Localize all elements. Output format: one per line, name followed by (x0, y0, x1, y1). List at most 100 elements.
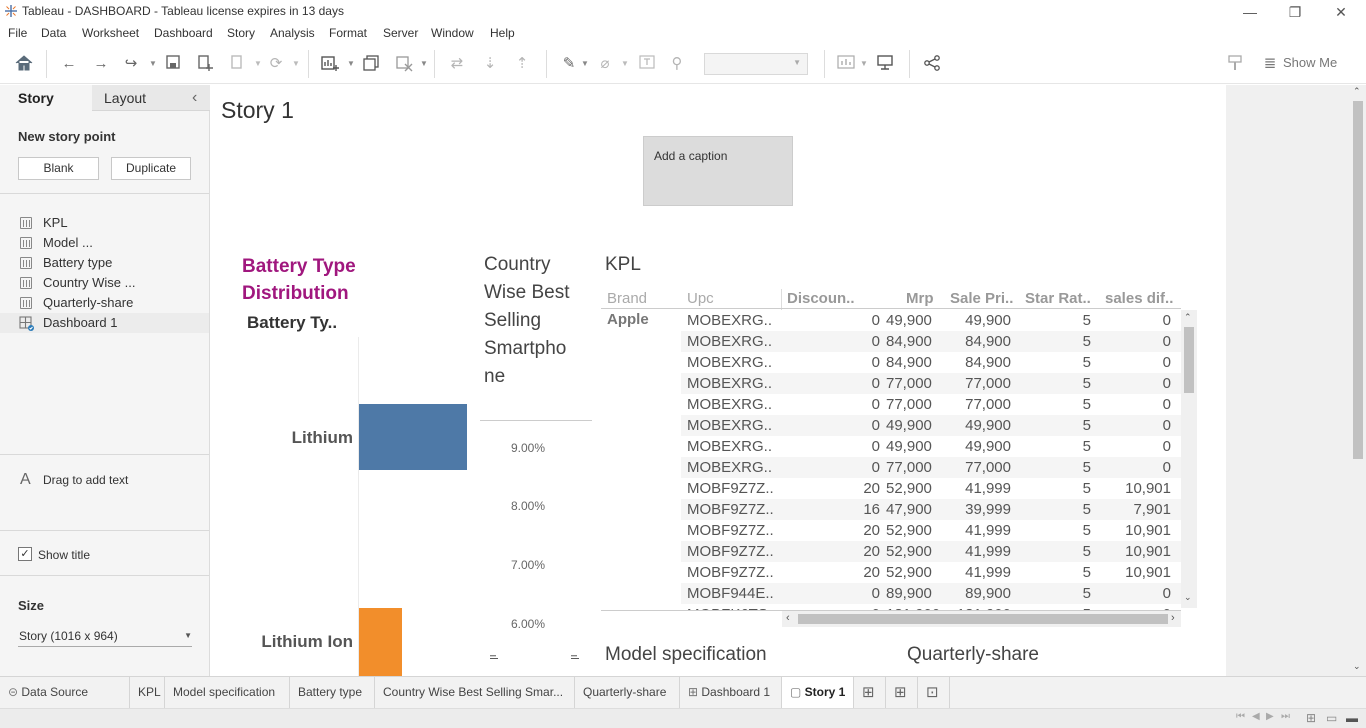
tab-quarterly-share[interactable]: Quarterly-share (575, 677, 680, 708)
chevron-down-icon[interactable]: ▼ (860, 59, 868, 68)
refresh-icon[interactable]: ⟳ (265, 54, 287, 74)
tab-story-1[interactable]: ▢ Story 1 (782, 677, 854, 708)
tab-story[interactable]: Story (0, 85, 92, 111)
chevron-down-icon[interactable]: ▼ (254, 59, 262, 68)
share-icon[interactable] (921, 54, 943, 74)
menu-data[interactable]: Data (41, 26, 66, 40)
tab-model-specification[interactable]: Model specification (165, 677, 290, 708)
sheet-item-country-wise[interactable]: Country Wise ... (0, 273, 209, 293)
text-object-icon[interactable]: A (20, 471, 31, 489)
show-me-icon[interactable]: ≣ (1259, 54, 1281, 74)
show-labels-icon[interactable] (636, 54, 658, 74)
table-row[interactable]: MOBF9Z7Z.. 20 52,900 41,999 5 10,901 (681, 520, 1181, 541)
table-row[interactable]: MOBEXRG.. 0 49,900 49,900 5 0 (681, 415, 1181, 436)
pause-updates-icon[interactable] (226, 54, 248, 74)
menu-help[interactable]: Help (490, 26, 515, 40)
menu-file[interactable]: File (8, 26, 27, 40)
chevron-down-icon[interactable]: ⌄ (1184, 592, 1192, 603)
duplicate-sheet-icon[interactable] (360, 54, 382, 74)
group-members-icon[interactable]: ⌀ (594, 54, 616, 74)
chevron-left-icon[interactable]: ‹ (786, 612, 790, 624)
menu-story[interactable]: Story (227, 26, 255, 40)
tab-kpl[interactable]: KPL (130, 677, 165, 708)
menu-worksheet[interactable]: Worksheet (82, 26, 139, 40)
prev-sheet-icon[interactable]: ◀ (1252, 711, 1260, 722)
menu-analysis[interactable]: Analysis (270, 26, 315, 40)
chevron-up-icon[interactable]: ⌃ (1184, 312, 1192, 323)
highlight-icon[interactable]: ✎ (558, 54, 580, 74)
table-row[interactable]: MOBEXRG.. 0 49,900 49,900 5 0 (681, 310, 1181, 331)
tab-layout[interactable]: Layout ‹ (92, 85, 210, 111)
new-data-source-icon[interactable] (194, 54, 216, 74)
table-horizontal-scrollbar[interactable]: ‹ › (782, 611, 1181, 627)
show-sheet-sorter-icon[interactable]: ⊞ (1306, 711, 1316, 725)
scrollbar-thumb[interactable] (1184, 327, 1194, 393)
fit-width-icon[interactable] (835, 54, 857, 74)
table-row[interactable]: MOBF9Z7Z.. 20 52,900 41,999 5 10,901 (681, 478, 1181, 499)
sheet-item-quarterly-share[interactable]: Quarterly-share (0, 293, 209, 313)
chevron-down-icon[interactable]: ▼ (621, 59, 629, 68)
new-story-tab-icon[interactable]: ⊡ (918, 677, 950, 708)
tab-data-source[interactable]: ⊝ Data Source (0, 677, 130, 708)
drag-to-add-text[interactable]: Drag to add text (43, 473, 128, 487)
sheet-item-kpl[interactable]: KPL (0, 213, 209, 233)
clear-sheet-icon[interactable] (393, 54, 415, 74)
table-row[interactable]: MOBEXRG.. 0 77,000 77,000 5 0 (681, 457, 1181, 478)
sheet-item-battery-type[interactable]: Battery type (0, 253, 209, 273)
chevron-down-icon[interactable]: ⌄ (1353, 661, 1361, 672)
chevron-down-icon[interactable]: ▼ (420, 59, 428, 68)
chevron-down-icon[interactable]: ▼ (292, 59, 300, 68)
show-me-button[interactable]: Show Me (1283, 55, 1337, 70)
table-vertical-scrollbar[interactable]: ⌃ ⌄ (1181, 310, 1197, 608)
collapse-pane-icon[interactable]: ‹ (192, 85, 197, 111)
tab-country-wise[interactable]: Country Wise Best Selling Smar... (375, 677, 575, 708)
table-row[interactable]: MOBEXRG.. 0 49,900 49,900 5 0 (681, 436, 1181, 457)
swap-rows-columns-icon[interactable]: ⇄ (446, 54, 468, 74)
menu-window[interactable]: Window (431, 26, 474, 40)
table-row[interactable]: MOBEXRG.. 0 84,900 84,900 5 0 (681, 331, 1181, 352)
table-row[interactable]: MOBF9Z7Z.. 16 47,900 39,999 5 7,901 (681, 499, 1181, 520)
sheet-item-model[interactable]: Model ... (0, 233, 209, 253)
sort-descending-icon[interactable]: ⇡ (511, 54, 533, 74)
new-dashboard-tab-icon[interactable]: ⊞ (886, 677, 918, 708)
tab-battery-type[interactable]: Battery type (290, 677, 375, 708)
new-worksheet-icon[interactable] (319, 54, 341, 74)
menu-dashboard[interactable]: Dashboard (154, 26, 213, 40)
table-row[interactable]: MOBF9Z7Z.. 20 52,900 41,999 5 10,901 (681, 541, 1181, 562)
home-icon[interactable] (13, 54, 35, 74)
table-row[interactable]: MOBF944E.. 0 89,900 89,900 5 0 (681, 583, 1181, 604)
chevron-right-icon[interactable]: › (1171, 612, 1175, 624)
scrollbar-thumb[interactable] (798, 614, 1168, 624)
scrollbar-thumb[interactable] (1353, 101, 1363, 459)
sheet-item-dashboard-1[interactable]: Dashboard 1 (0, 313, 209, 333)
sort-ascending-icon[interactable]: ⇣ (479, 54, 501, 74)
redo-dropdown-icon[interactable]: ↪ (120, 54, 142, 74)
size-dropdown[interactable]: Story (1016 x 964) ▼ (18, 625, 192, 647)
last-sheet-icon[interactable]: ⏭ (1281, 711, 1290, 722)
pin-axes-icon[interactable]: ⚲ (666, 54, 688, 74)
table-row[interactable]: MOBF9Z7Z.. 20 52,900 41,999 5 10,901 (681, 562, 1181, 583)
show-filmstrip-icon[interactable]: ▭ (1326, 711, 1337, 725)
duplicate-button[interactable]: Duplicate (111, 157, 191, 180)
minimize-button[interactable]: — (1235, 2, 1265, 22)
next-sheet-icon[interactable]: ▶ (1266, 711, 1274, 722)
menu-format[interactable]: Format (329, 26, 367, 40)
table-row[interactable]: MOBEXRG.. 0 77,000 77,000 5 0 (681, 394, 1181, 415)
show-tabs-icon[interactable]: ▬ (1346, 711, 1358, 725)
chevron-up-icon[interactable]: ⌃ (1353, 86, 1361, 97)
new-worksheet-tab-icon[interactable]: ⊞ (854, 677, 886, 708)
menu-server[interactable]: Server (383, 26, 418, 40)
presentation-mode-icon[interactable] (874, 54, 896, 74)
show-title-checkbox[interactable]: ✓ (18, 547, 32, 561)
table-row[interactable]: MOBEXRG.. 0 84,900 84,900 5 0 (681, 352, 1181, 373)
chevron-down-icon[interactable]: ▼ (581, 59, 589, 68)
tab-dashboard-1[interactable]: ⊞ Dashboard 1 (680, 677, 782, 708)
blank-button[interactable]: Blank (18, 157, 99, 180)
first-sheet-icon[interactable]: ⏮ (1236, 711, 1245, 722)
chevron-down-icon[interactable]: ▼ (149, 59, 157, 68)
table-row[interactable]: MOBEXRG.. 0 77,000 77,000 5 0 (681, 373, 1181, 394)
save-icon[interactable] (162, 54, 184, 74)
fit-dropdown[interactable]: ▼ (704, 53, 808, 75)
redo-icon[interactable]: → (90, 54, 112, 74)
restore-button[interactable]: ❐ (1280, 2, 1310, 22)
